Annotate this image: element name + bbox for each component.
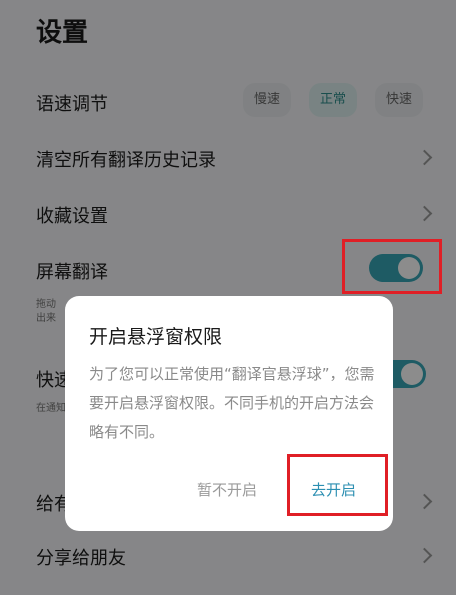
confirm-highlight-box <box>287 454 388 516</box>
toggle-highlight-box <box>342 239 442 294</box>
dialog-message: 为了您可以正常使用“翻译官悬浮球”，您需要开启悬浮窗权限。不同手机的开启方法会略… <box>89 365 375 441</box>
dialog-cancel-button[interactable]: 暂不开启 <box>197 479 257 500</box>
dialog-title: 开启悬浮窗权限 <box>89 326 223 348</box>
